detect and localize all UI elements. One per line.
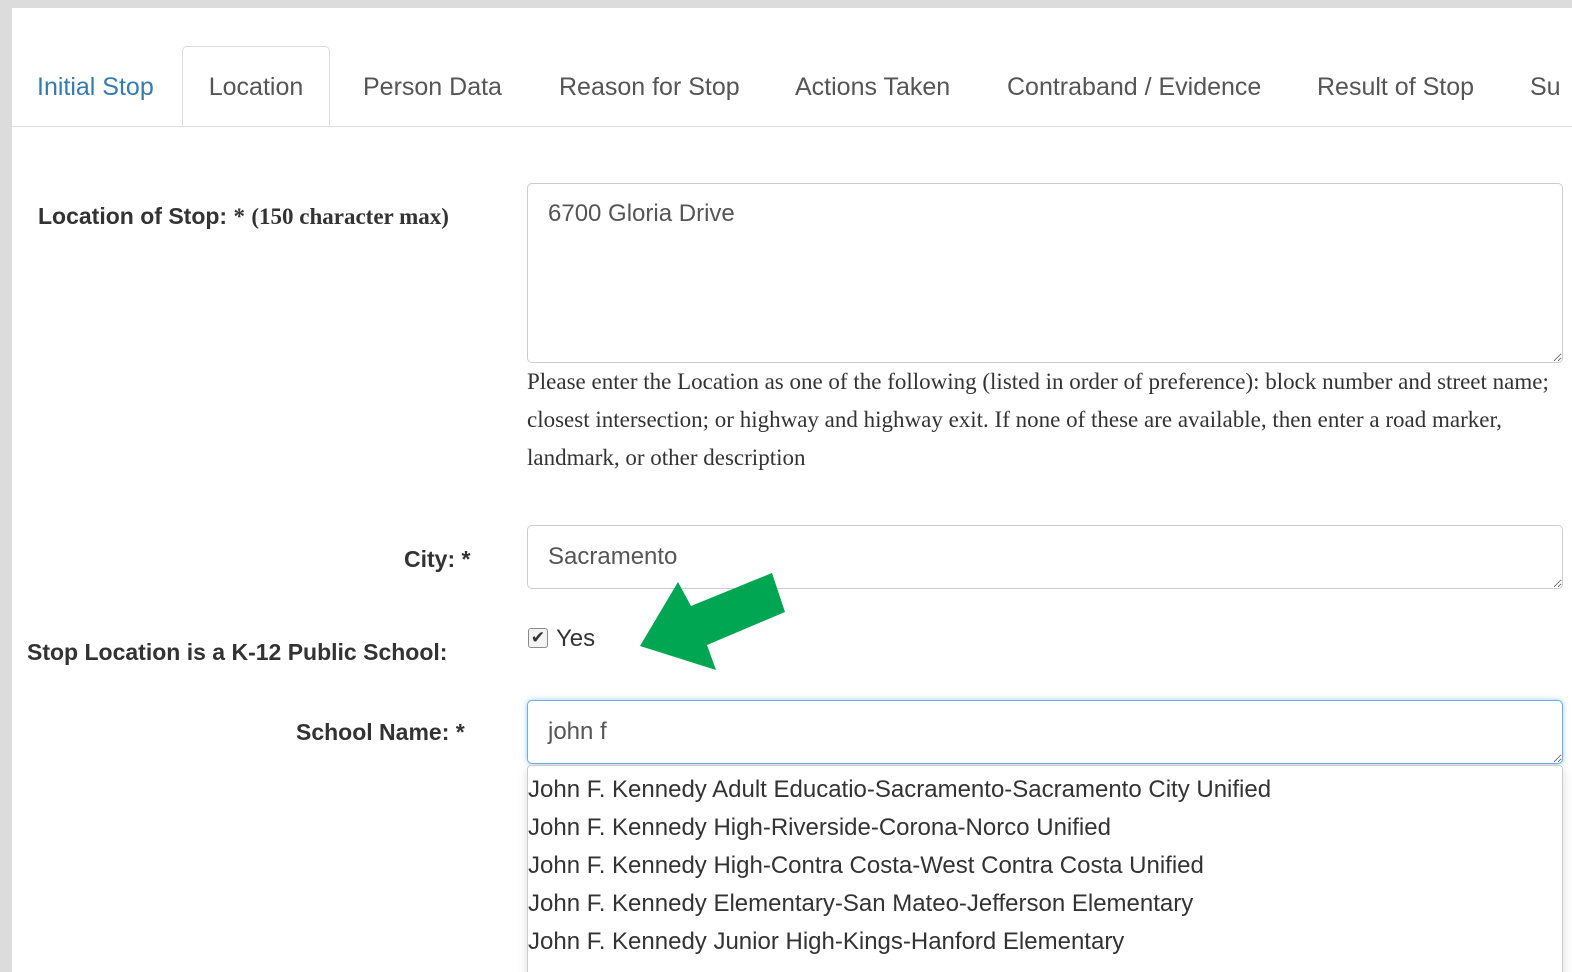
city-label: City: * <box>404 546 471 572</box>
suggestion-item[interactable]: John F. Kennedy Adult Educatio-Sacrament… <box>528 771 1562 809</box>
annotation-arrow-icon <box>640 573 785 670</box>
location-char-limit-note: (150 character max) <box>251 204 449 229</box>
k12-school-yes-label[interactable]: Yes <box>556 625 595 653</box>
tab-person-data[interactable]: Person Data <box>363 48 502 124</box>
school-name-label: School Name: * <box>296 719 465 745</box>
k12-school-label: Stop Location is a K-12 Public School: <box>27 639 448 665</box>
tab-result-of-stop[interactable]: Result of Stop <box>1317 48 1474 124</box>
suggestion-item[interactable]: John F. Kennedy Junior High-Kings-Hanfor… <box>528 923 1562 961</box>
tab-bar: Initial Stop Location Person Data Reason… <box>12 8 1572 127</box>
suggestion-item[interactable]: John F. Kennedy High-Contra Costa-West C… <box>528 847 1562 885</box>
school-suggestions-dropdown: John F. Kennedy Adult Educatio-Sacrament… <box>527 765 1563 972</box>
location-required-mark: * <box>233 204 245 229</box>
tab-actions-taken[interactable]: Actions Taken <box>795 48 950 124</box>
location-textarea[interactable]: 6700 Gloria Drive <box>527 183 1563 363</box>
school-name-field[interactable]: john f <box>527 700 1563 764</box>
checkmark-icon: ✔ <box>530 628 546 647</box>
tab-location[interactable]: Location <box>182 46 330 126</box>
location-label-text: Location of Stop: <box>38 203 228 229</box>
tab-summary[interactable]: Su <box>1530 48 1561 124</box>
tab-contraband-evidence[interactable]: Contraband / Evidence <box>1007 48 1261 124</box>
suggestion-item[interactable]: John F. Kennedy Elementary-San Mateo-Jef… <box>528 885 1562 923</box>
tab-initial-stop[interactable]: Initial Stop <box>37 48 154 124</box>
tab-reason-for-stop[interactable]: Reason for Stop <box>559 48 740 124</box>
location-help-text: Please enter the Location as one of the … <box>527 369 1549 470</box>
suggestion-item[interactable]: John F. Kennedy High-Riverside-Corona-No… <box>528 809 1562 847</box>
k12-school-checkbox[interactable]: ✔ <box>528 628 548 648</box>
location-label: Location of Stop: * (150 character max) <box>38 203 449 230</box>
form-frame: Initial Stop Location Person Data Reason… <box>12 8 1572 972</box>
